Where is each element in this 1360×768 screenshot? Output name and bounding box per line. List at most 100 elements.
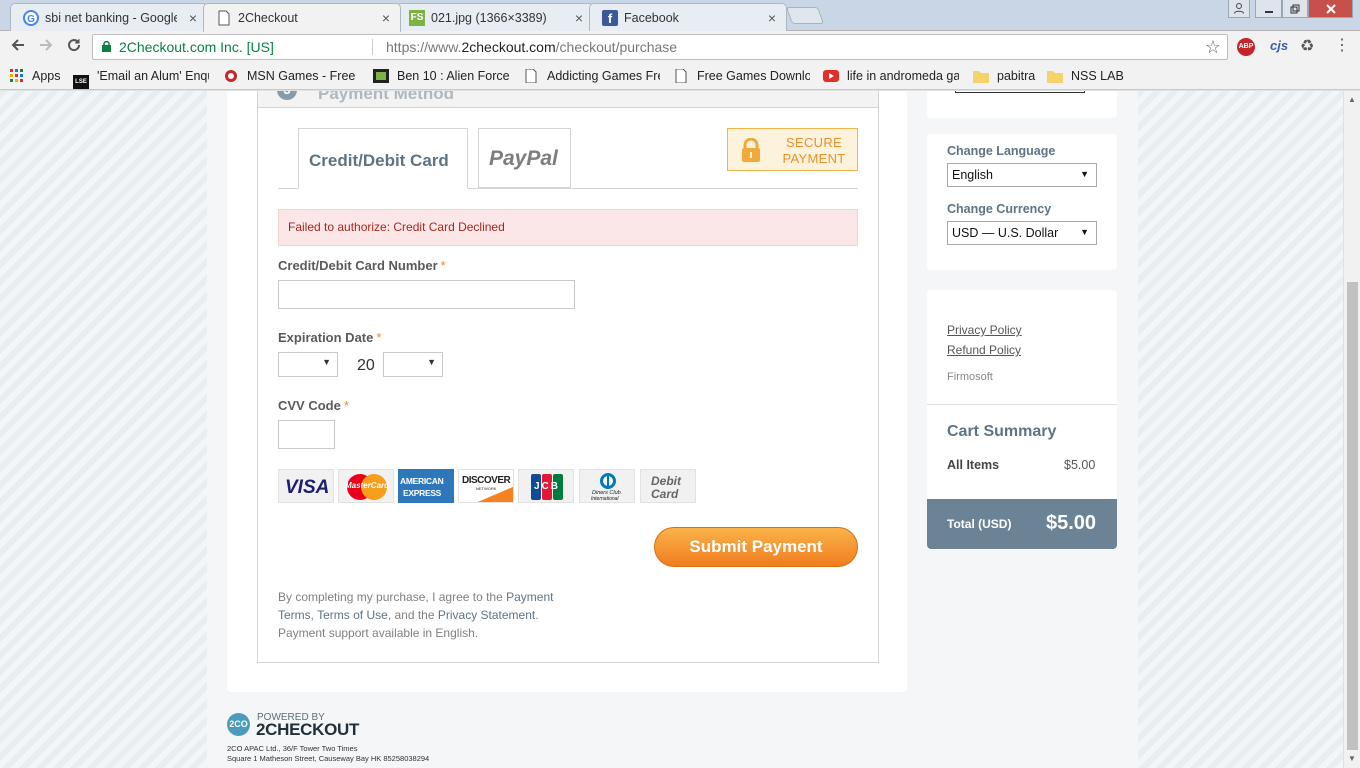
tab-facebook[interactable]: f Facebook × [589, 3, 787, 31]
youtube-icon [823, 70, 839, 82]
bookmark-addicting-games[interactable]: Addicting Games Free [523, 69, 660, 83]
discover-logo: DISCOVER NETWORK [458, 469, 514, 503]
close-tab-icon[interactable]: × [189, 10, 197, 26]
diners-club-logo: Diners Club International [579, 469, 635, 503]
page-viewport: 3 Payment Method Credit/Debit Card PayPa… [0, 91, 1343, 768]
minimize-icon[interactable] [1255, 0, 1282, 18]
terms-of-use-link[interactable]: Terms of Use [317, 608, 388, 622]
close-tab-icon[interactable]: × [382, 10, 390, 26]
tab-021-jpg[interactable]: FS 021.jpg (1366×3389) × [396, 3, 594, 31]
apps-grid-icon [10, 69, 23, 82]
jcb-logo: JCB [518, 469, 574, 503]
card-number-input[interactable] [278, 280, 575, 309]
privacy-statement-link[interactable]: Privacy Statement [438, 608, 535, 622]
expiry-year-prefix: 20 [357, 357, 375, 374]
cvv-input[interactable] [278, 420, 335, 449]
close-tab-icon[interactable]: × [768, 10, 776, 26]
bookmark-label: pabitra [997, 69, 1036, 83]
cjs-extension-icon[interactable]: cjs [1270, 38, 1288, 53]
page-icon [675, 69, 687, 83]
currency-select[interactable]: USD — U.S. Dollar ▼ [947, 221, 1097, 245]
folder-icon [1047, 71, 1063, 83]
bookmark-label: Ben 10 : Alien Force H [397, 69, 511, 83]
legal-prefix: By completing my purchase, I agree to th… [278, 590, 507, 604]
bookmark-apps[interactable]: Apps [10, 69, 72, 83]
bookmark-label: life in andromeda gal [847, 69, 959, 83]
scroll-up-arrow-icon[interactable]: ▲ [1348, 95, 1356, 104]
dropdown-caret-icon: ▼ [1080, 227, 1089, 237]
all-items-label: All Items [947, 458, 1000, 472]
bookmark-star-icon[interactable]: ☆ [1205, 35, 1221, 59]
url-text[interactable]: https://www.2checkout.com/checkout/purch… [386, 35, 677, 59]
site-identity[interactable]: 2Checkout.com Inc. [US] [119, 35, 274, 59]
tab-paypal[interactable]: PayPal [478, 128, 571, 188]
expiry-month-select[interactable]: ▼ [278, 352, 338, 377]
address-separator [372, 39, 373, 55]
fs-icon: FS [409, 10, 425, 26]
bookmark-label: Apps [32, 69, 61, 83]
expiry-year-select[interactable]: ▼ [383, 352, 443, 377]
tab-title: Facebook [624, 11, 679, 25]
google-icon: G [23, 10, 39, 26]
bookmark-msn-games[interactable]: MSN Games - Free O [223, 69, 356, 83]
profile-icon[interactable] [1228, 0, 1250, 18]
forward-arrow-icon[interactable] [36, 37, 56, 57]
facebook-icon: f [602, 10, 618, 26]
scrollbar-thumb[interactable] [1347, 282, 1358, 750]
back-arrow-icon[interactable] [8, 37, 28, 57]
card-number-label: Credit/Debit Card Number * [278, 258, 446, 273]
bookmark-pabitra[interactable]: pabitra [973, 69, 1043, 83]
sidebar-divider [927, 404, 1117, 405]
url-path: /checkout/purchase [555, 39, 678, 55]
dropdown-caret-icon: ▼ [322, 357, 331, 367]
bookmark-label: 'Email an Alum' Enqu [97, 69, 209, 83]
required-marker: * [343, 398, 349, 413]
url-domain: 2checkout.com [461, 39, 556, 55]
sidebar-top-card [927, 91, 1117, 118]
bookmark-label: MSN Games - Free O [247, 69, 356, 83]
recycle-icon[interactable]: ♻ [1300, 36, 1314, 56]
page-scrollbar[interactable]: ▲ ▼ [1343, 91, 1360, 768]
cvv-label: CVV Code * [278, 398, 349, 413]
bookmark-ben10[interactable]: Ben 10 : Alien Force H [373, 69, 511, 83]
label-text: Credit/Debit Card Number [278, 258, 438, 273]
privacy-policy-link[interactable]: Privacy Policy [947, 323, 1022, 337]
tab-credit-debit-card[interactable]: Credit/Debit Card [298, 128, 468, 189]
bookmark-nss-lab[interactable]: NSS LAB [1047, 69, 1127, 83]
lse-icon: LSE [73, 75, 89, 89]
page-icon [525, 69, 537, 83]
label-text: CVV Code [278, 398, 341, 413]
menu-dots-icon[interactable]: ⋮ [1334, 35, 1350, 55]
address-line-1: 2CO APAC Ltd., 36/F Tower Two Times [227, 744, 358, 753]
label-text: Expiration Date [278, 330, 374, 345]
restore-icon[interactable] [1282, 0, 1308, 18]
bookmark-life-in-andromeda[interactable]: life in andromeda gal [823, 69, 959, 83]
bookmarks-bar: Apps LSE 'Email an Alum' Enqu MSN Games -… [0, 63, 1360, 90]
reload-icon[interactable] [64, 37, 84, 57]
adblock-icon[interactable]: ABP [1237, 38, 1255, 56]
new-tab-button[interactable] [785, 7, 825, 24]
refund-policy-link[interactable]: Refund Policy [947, 343, 1021, 357]
scroll-down-arrow-icon[interactable]: ▼ [1348, 754, 1356, 763]
bookmark-email-an-alum[interactable]: LSE 'Email an Alum' Enqu [73, 69, 209, 89]
change-currency-label: Change Currency [947, 202, 1052, 216]
tab-title: sbi net banking - Google [45, 11, 177, 25]
total-label: Total (USD) [947, 517, 1012, 531]
submit-payment-button[interactable]: Submit Payment [654, 527, 858, 567]
address-bar[interactable]: 2Checkout.com Inc. [US] https://www.2che… [92, 34, 1228, 60]
debit-card-logo: Debit Card [640, 469, 696, 503]
bookmark-label: Addicting Games Free [547, 69, 660, 83]
tab-2checkout[interactable]: 2Checkout × [203, 3, 401, 32]
error-alert: Failed to authorize: Credit Card Decline… [278, 209, 858, 246]
close-window-icon[interactable] [1308, 0, 1353, 18]
tab-sbi-net-banking[interactable]: G sbi net banking - Google × [10, 3, 208, 31]
language-select[interactable]: English ▼ [947, 163, 1097, 187]
legal-and: , and the [387, 608, 438, 622]
brand-name: 2CHECKOUT [256, 720, 360, 739]
close-tab-icon[interactable]: × [575, 10, 583, 26]
all-items-value: $5.00 [1064, 458, 1096, 472]
2co-logo-mark: 2CO [227, 713, 250, 736]
bookmark-free-games[interactable]: Free Games Downloa [673, 69, 810, 83]
padlock-icon [742, 138, 760, 162]
folder-icon [973, 71, 989, 83]
